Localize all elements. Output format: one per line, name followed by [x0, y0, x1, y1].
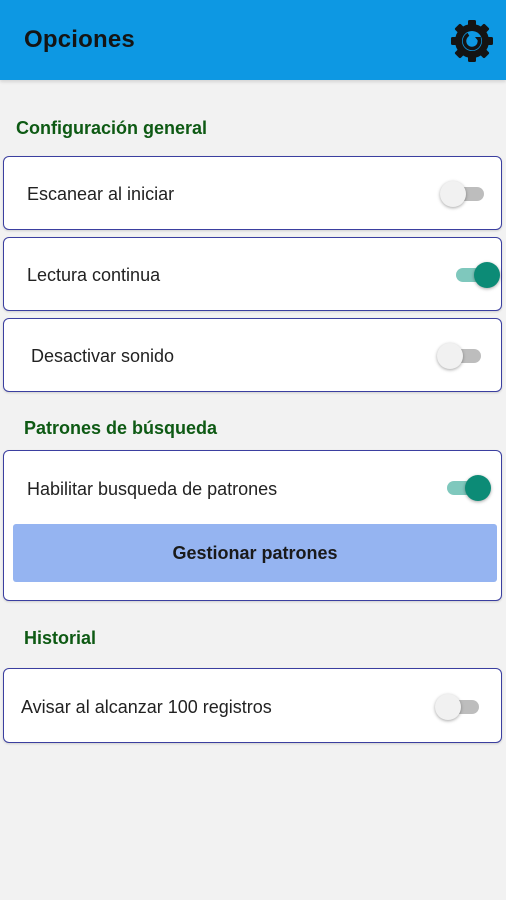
setting-label: Habilitar busqueda de patrones: [27, 479, 278, 499]
mute-sound-toggle[interactable]: [437, 342, 485, 370]
setting-card-mute-sound: Desactivar sonido: [3, 318, 502, 392]
setting-label: Desactivar sonido: [31, 346, 175, 366]
setting-card-continuous-read: Lectura continua: [3, 237, 502, 311]
toggle-thumb: [440, 181, 466, 207]
setting-label: Escanear al iniciar: [27, 184, 175, 204]
setting-card-scan-on-start: Escanear al iniciar: [3, 156, 502, 230]
continuous-read-toggle[interactable]: [452, 261, 500, 289]
setting-card-history-alert: Avisar al alcanzar 100 registros: [3, 668, 502, 743]
section-title-history: Historial: [24, 628, 97, 648]
toggle-thumb: [435, 694, 461, 720]
manage-patterns-button[interactable]: Gestionar patrones: [13, 524, 497, 582]
gear-icon[interactable]: [448, 17, 496, 65]
scan-on-start-toggle[interactable]: [440, 180, 488, 208]
setting-label: Avisar al alcanzar 100 registros: [21, 697, 272, 717]
toggle-thumb: [437, 343, 463, 369]
app-bar: Opciones: [0, 0, 506, 80]
history-alert-toggle[interactable]: [435, 693, 483, 721]
toggle-thumb: [474, 262, 500, 288]
setting-label: Lectura continua: [27, 265, 161, 285]
toggle-thumb: [465, 475, 491, 501]
page-title: Opciones: [24, 26, 135, 53]
section-title-general: Configuración general: [16, 118, 208, 138]
section-title-patterns: Patrones de búsqueda: [24, 418, 218, 438]
pattern-search-toggle[interactable]: [443, 474, 491, 502]
setting-card-patterns: Habilitar busqueda de patrones Gestionar…: [3, 450, 502, 601]
